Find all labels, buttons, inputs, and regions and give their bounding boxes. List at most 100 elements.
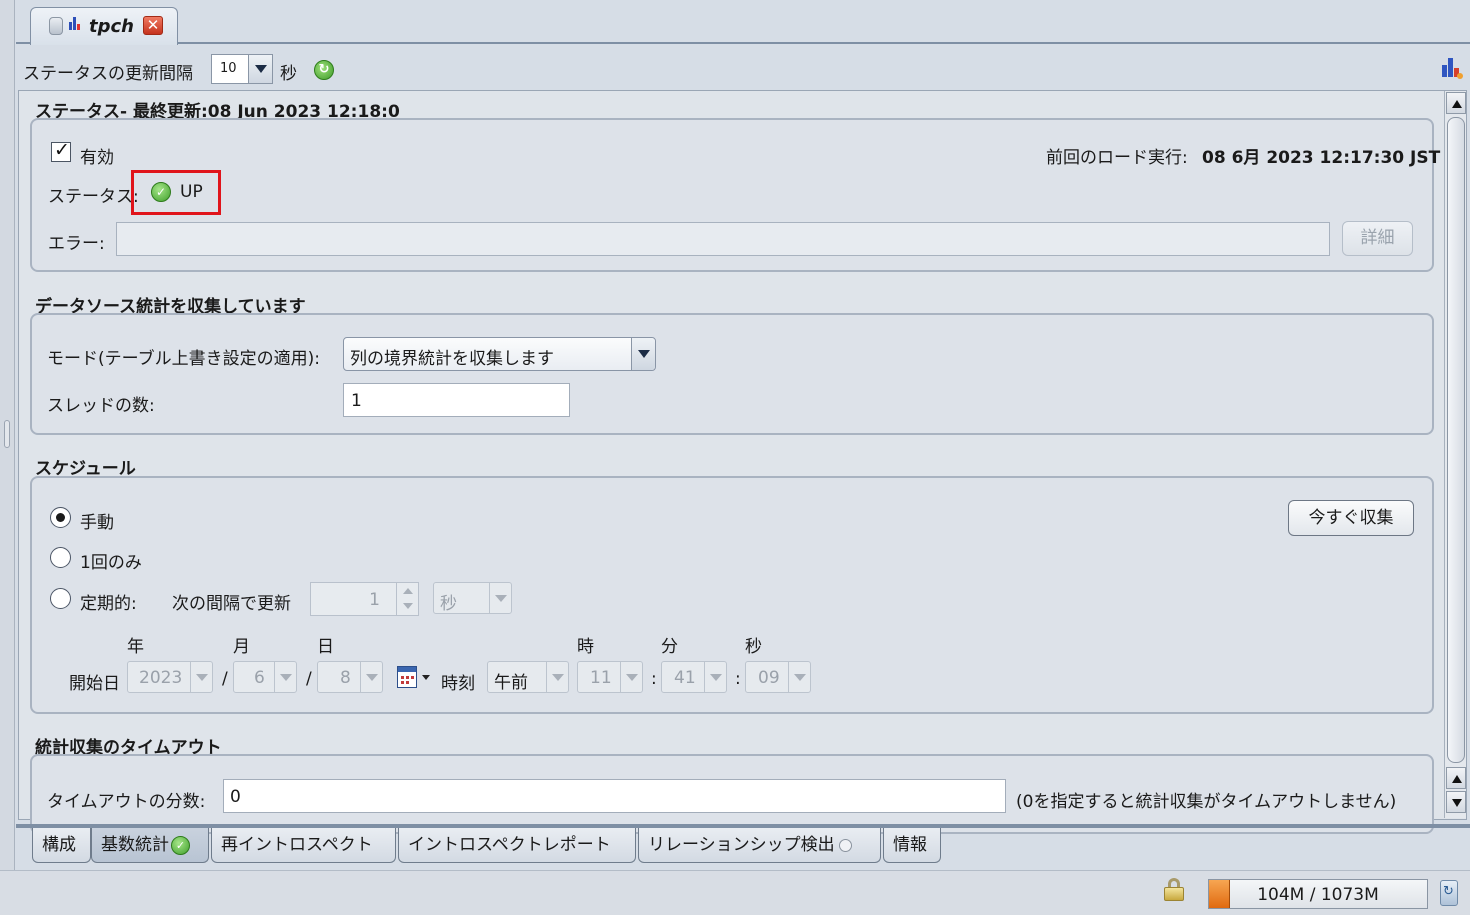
last-load-value: 08 6月 2023 12:17:30 JST: [1202, 148, 1441, 168]
second-column-label: 秒: [745, 637, 762, 657]
left-splitter[interactable]: [0, 0, 15, 915]
scroll-down-button-2[interactable]: [1446, 791, 1466, 813]
details-button[interactable]: 詳細: [1342, 221, 1413, 256]
calendar-dropdown-icon[interactable]: [422, 675, 430, 680]
scroll-down-button[interactable]: [1446, 767, 1466, 789]
year-column-label: 年: [127, 637, 144, 657]
minute-column-label: 分: [661, 637, 678, 657]
chevron-down-icon[interactable]: [190, 662, 212, 692]
ampm-select[interactable]: 午前: [487, 661, 569, 693]
tab-introspect-report[interactable]: イントロスペクトレポート: [398, 828, 636, 863]
interval-unit-select[interactable]: 秒: [433, 582, 512, 614]
day-column-label: 日: [317, 637, 334, 657]
year-value: 2023: [139, 668, 183, 688]
minute-select[interactable]: 41: [661, 661, 727, 693]
timeout-hint: (0を指定すると統計収集がタイムアウトしません): [1016, 792, 1397, 812]
tab-label: 基数統計: [101, 835, 169, 855]
manual-radio[interactable]: [50, 507, 71, 528]
scroll-thumb[interactable]: [1447, 117, 1465, 763]
mode-value: 列の境界統計を収集します: [350, 349, 554, 369]
date-separator-2: /: [306, 669, 312, 689]
mode-select[interactable]: 列の境界統計を収集します: [343, 337, 656, 371]
tab-label: 情報: [893, 835, 927, 855]
enabled-label: 有効: [80, 148, 114, 168]
threads-value: 1: [351, 391, 362, 411]
time-label: 時刻: [441, 674, 475, 694]
vertical-scrollbar[interactable]: [1444, 91, 1466, 818]
tab-label: リレーションシップ検出: [648, 835, 835, 855]
error-field: [116, 222, 1330, 256]
memory-usage-bar[interactable]: 104M / 1073M: [1208, 879, 1428, 909]
chevron-down-icon[interactable]: [704, 662, 726, 692]
tab-tpch[interactable]: tpch ✕: [30, 7, 178, 45]
tab-title: tpch: [89, 16, 134, 37]
editor-tab-bar: tpch ✕: [16, 0, 1470, 45]
tab-relationship-detection[interactable]: リレーションシップ検出: [638, 828, 881, 863]
month-select[interactable]: 6: [233, 661, 297, 693]
status-label: ステータス:: [48, 187, 139, 207]
interval-value: 1: [369, 590, 380, 610]
tab-label: 構成: [42, 835, 76, 855]
month-column-label: 月: [233, 637, 250, 657]
chevron-down-icon[interactable]: [274, 662, 296, 692]
memory-usage-text: 104M / 1073M: [1257, 885, 1379, 905]
garbage-collect-icon[interactable]: [1440, 880, 1458, 906]
tab-cardinality-stats[interactable]: 基数統計 ✓: [91, 828, 209, 863]
collect-now-button[interactable]: 今すぐ収集: [1288, 500, 1414, 536]
chevron-down-icon[interactable]: [631, 338, 655, 370]
timeout-minutes-value: 0: [230, 787, 241, 807]
mode-label: モード(テーブル上書き設定の適用):: [47, 349, 320, 369]
date-separator: /: [222, 669, 228, 689]
timeout-minutes-input[interactable]: 0: [223, 779, 1006, 813]
interval-spinner[interactable]: 1: [310, 582, 419, 616]
hour-value: 11: [590, 668, 612, 688]
start-date-label: 開始日: [69, 674, 120, 694]
error-label: エラー:: [48, 234, 105, 254]
second-value: 09: [758, 668, 780, 688]
pending-circle-icon: [838, 838, 852, 852]
tab-reintrospect[interactable]: 再イントロスペクト: [211, 828, 396, 863]
update-interval-label: 次の間隔で更新: [172, 594, 291, 614]
bar-chart-icon: [69, 16, 81, 30]
once-label: 1回のみ: [80, 553, 142, 573]
day-select[interactable]: 8: [317, 661, 383, 693]
periodic-radio[interactable]: [50, 588, 71, 609]
close-icon[interactable]: ✕: [143, 16, 163, 35]
refresh-icon[interactable]: ↻: [314, 60, 334, 80]
database-icon: [49, 17, 63, 35]
stats-group: [30, 313, 1434, 435]
tab-label: 再イントロスペクト: [221, 835, 373, 855]
spinner-buttons[interactable]: [396, 583, 418, 615]
chevron-down-icon[interactable]: [489, 583, 511, 613]
month-value: 6: [254, 668, 265, 688]
year-select[interactable]: 2023: [127, 661, 213, 693]
check-circle-icon: ✓: [171, 835, 190, 855]
once-radio[interactable]: [50, 547, 71, 568]
enabled-checkbox[interactable]: ✓: [51, 139, 71, 162]
tab-info[interactable]: 情報: [883, 828, 941, 863]
chevron-down-icon[interactable]: [248, 55, 272, 83]
calendar-icon[interactable]: [397, 666, 417, 688]
interval-unit-value: 秒: [440, 594, 457, 614]
stats-chart-icon[interactable]: [1441, 57, 1463, 79]
refresh-interval-select[interactable]: 10: [211, 54, 273, 84]
refresh-unit-label: 秒: [280, 64, 297, 84]
chevron-down-icon[interactable]: [360, 662, 382, 692]
hour-column-label: 時: [577, 637, 594, 657]
time-separator: :: [651, 669, 657, 689]
chevron-down-icon[interactable]: [620, 662, 642, 692]
minute-value: 41: [674, 668, 696, 688]
lock-icon[interactable]: [1163, 878, 1185, 902]
day-value: 8: [340, 668, 351, 688]
time-separator-2: :: [735, 669, 741, 689]
threads-input[interactable]: 1: [343, 383, 570, 417]
last-load-label: 前回のロード実行:: [1046, 148, 1188, 168]
hour-select[interactable]: 11: [577, 661, 643, 693]
chevron-down-icon[interactable]: [546, 662, 568, 692]
scroll-up-button[interactable]: [1446, 92, 1466, 114]
tab-configuration[interactable]: 構成: [32, 828, 91, 863]
second-select[interactable]: 09: [745, 661, 811, 693]
splitter-grip[interactable]: [4, 420, 10, 448]
chevron-down-icon[interactable]: [788, 662, 810, 692]
periodic-label: 定期的:: [80, 594, 137, 614]
